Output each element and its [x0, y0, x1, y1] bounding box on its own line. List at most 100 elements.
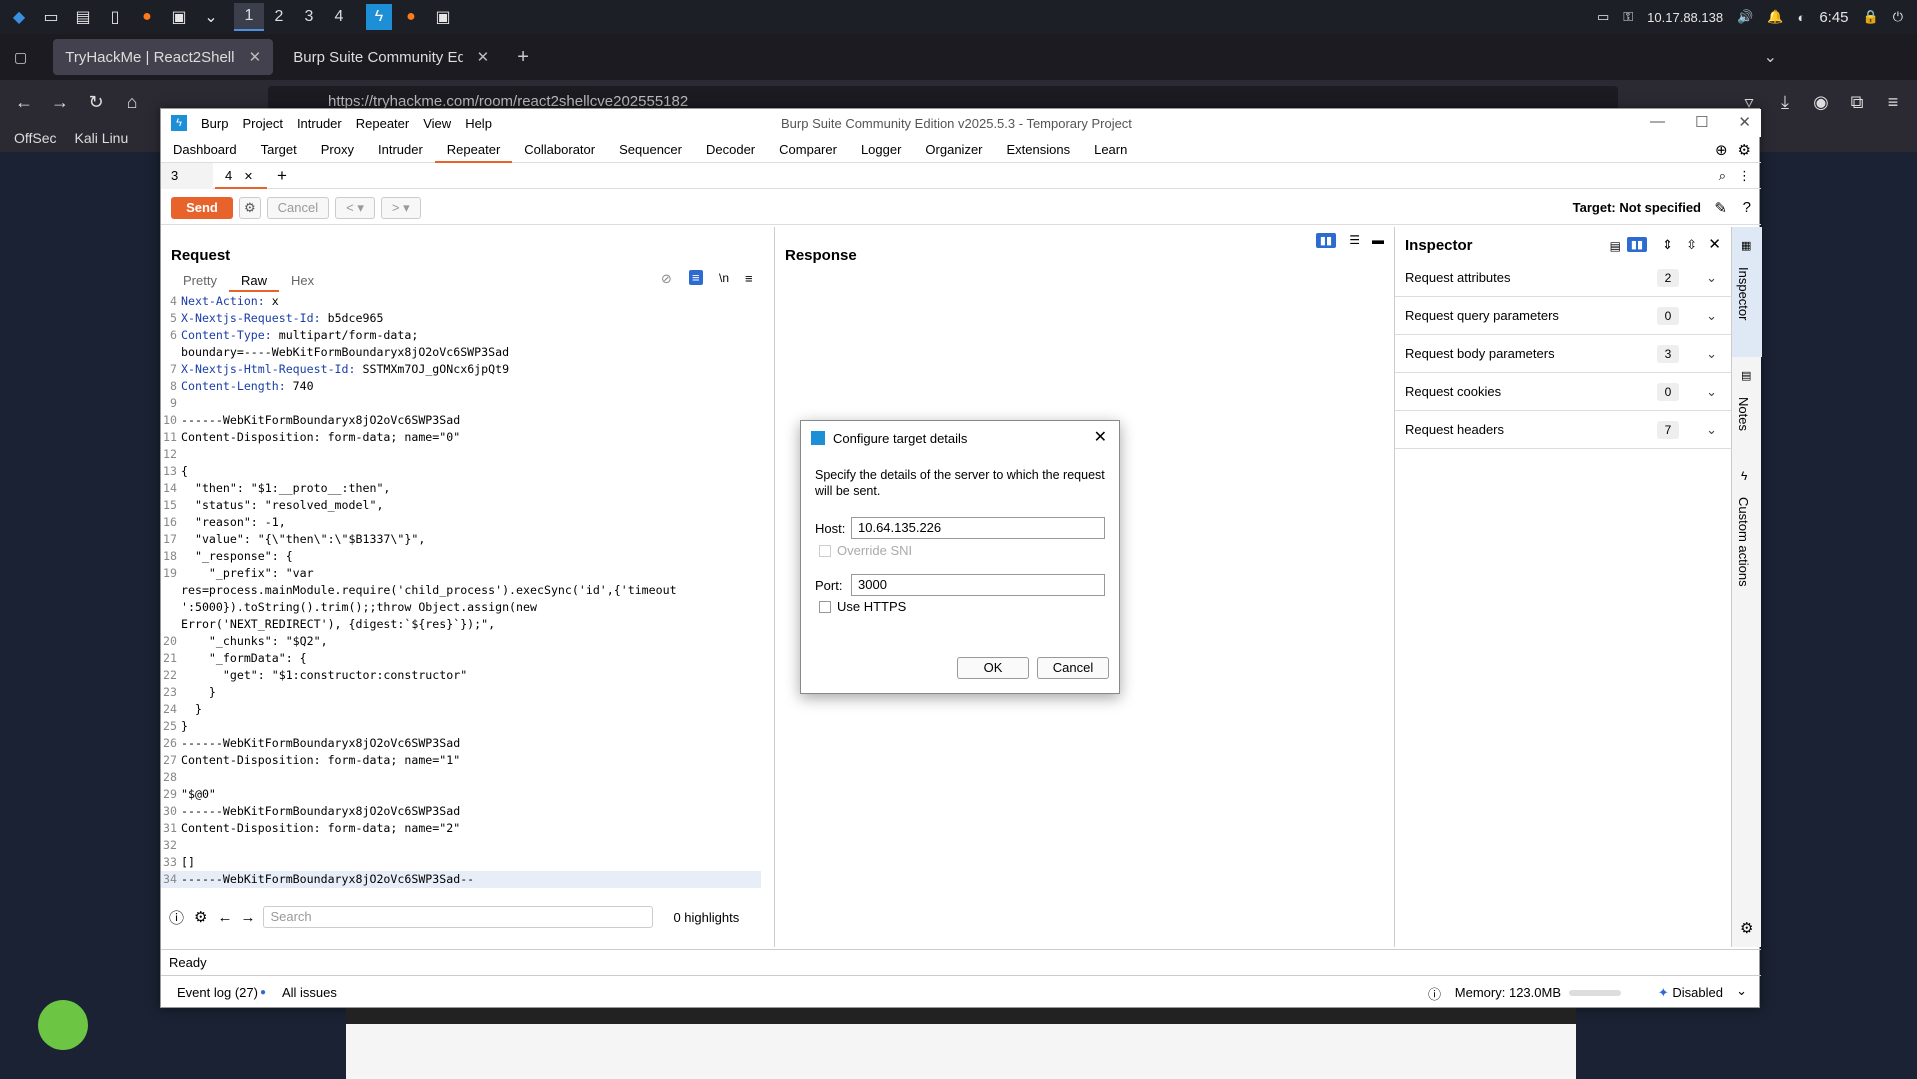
- newline-icon[interactable]: \n: [719, 271, 729, 285]
- tab-list-icon[interactable]: ▢: [14, 49, 27, 66]
- layout-single-icon[interactable]: ▬: [1372, 233, 1384, 247]
- browser-tab-burp[interactable]: Burp Suite Community Editio ✕: [281, 39, 501, 75]
- tab-learn[interactable]: Learn: [1082, 137, 1139, 163]
- hide-icon[interactable]: ⊘: [661, 271, 672, 287]
- terminal-task-icon[interactable]: ▣: [430, 4, 456, 30]
- editor-icon[interactable]: ▯: [102, 4, 128, 30]
- inspector-row-cookies[interactable]: Request cookies 0 ⌄: [1395, 373, 1731, 411]
- burp-task-icon[interactable]: ϟ: [366, 4, 392, 30]
- close-icon[interactable]: ✕: [1708, 235, 1721, 253]
- help-icon[interactable]: ?: [1743, 199, 1751, 216]
- view-pretty[interactable]: Pretty: [171, 271, 229, 292]
- chevron-down-icon[interactable]: ⌄: [198, 4, 224, 30]
- cancel-button[interactable]: Cancel: [266, 196, 330, 219]
- layout-list-icon[interactable]: ▤: [1610, 239, 1621, 253]
- menu-view[interactable]: View: [423, 116, 451, 131]
- prev-match-icon[interactable]: ←: [217, 909, 232, 926]
- inspector-row-body[interactable]: Request body parameters 3 ⌄: [1395, 335, 1731, 373]
- extensions-icon[interactable]: ⧉: [1839, 92, 1875, 113]
- settings-gear-button[interactable]: ⚙: [239, 196, 261, 219]
- settings-icon[interactable]: ⚙: [194, 908, 207, 926]
- monitor-icon[interactable]: ▭: [1597, 9, 1609, 25]
- chevron-down-icon[interactable]: ⌄: [1706, 270, 1717, 286]
- close-icon[interactable]: ✕: [249, 48, 262, 66]
- side-tab-notes[interactable]: ▤ Notes: [1732, 367, 1762, 467]
- ok-button[interactable]: OK: [957, 657, 1029, 679]
- repeater-tab-3[interactable]: 3: [161, 162, 213, 189]
- tab-organizer[interactable]: Organizer: [913, 137, 994, 163]
- chevron-down-icon[interactable]: ⌄: [1706, 346, 1717, 362]
- use-https-label[interactable]: Use HTTPS: [837, 599, 906, 614]
- request-editor[interactable]: 4 Next-Action: x 5 X-Nextjs-Request-Id: b5d…: [161, 293, 761, 889]
- search-input[interactable]: Search: [263, 906, 654, 928]
- edit-target-icon[interactable]: ✎: [1714, 199, 1727, 217]
- repeater-tab-4[interactable]: 4 ✕: [215, 162, 267, 189]
- tab-proxy[interactable]: Proxy: [309, 137, 366, 163]
- tab-collaborator[interactable]: Collaborator: [512, 137, 607, 163]
- workspace-2[interactable]: 2: [264, 3, 294, 31]
- terminal-icon[interactable]: ▣: [166, 4, 192, 30]
- menu-repeater[interactable]: Repeater: [356, 116, 409, 131]
- firefox-icon[interactable]: ●: [134, 4, 160, 30]
- more-icon[interactable]: ⋮: [1738, 168, 1751, 184]
- tab-target[interactable]: Target: [249, 137, 309, 163]
- browser-tab-tryhackme[interactable]: TryHackMe | React2Shell ✕: [53, 39, 274, 75]
- chevron-down-icon[interactable]: ⌄: [1706, 422, 1717, 438]
- bookmark-offsec[interactable]: OffSec: [14, 130, 57, 146]
- add-tab-icon[interactable]: +: [277, 166, 287, 186]
- send-button[interactable]: Send: [171, 196, 233, 219]
- cancel-button[interactable]: Cancel: [1037, 657, 1109, 679]
- notification-icon[interactable]: 🔔: [1767, 9, 1783, 25]
- back-icon[interactable]: ←: [6, 92, 42, 113]
- event-log-link[interactable]: Event log (27): [177, 985, 258, 1000]
- collapse-all-icon[interactable]: ⇳: [1686, 237, 1697, 253]
- tab-overflow-icon[interactable]: ⌄: [1764, 47, 1777, 67]
- downloads-icon[interactable]: ⤓: [1767, 92, 1803, 113]
- forward-history-button[interactable]: > ▾: [380, 196, 421, 219]
- lock-icon[interactable]: 🔒: [1863, 9, 1879, 25]
- workspace-1[interactable]: 1: [234, 3, 264, 31]
- view-raw[interactable]: Raw: [228, 271, 279, 292]
- view-hex[interactable]: Hex: [279, 271, 326, 292]
- tab-comparer[interactable]: Comparer: [767, 137, 849, 163]
- reload-icon[interactable]: ↻: [78, 92, 114, 113]
- ai-status-button[interactable]: ✦ Disabled: [1658, 985, 1723, 1001]
- tab-logger[interactable]: Logger: [849, 137, 913, 163]
- tab-intruder[interactable]: Intruder: [366, 137, 435, 163]
- workspace-4[interactable]: 4: [324, 3, 354, 31]
- inspector-row-attributes[interactable]: Request attributes 2 ⌄: [1395, 259, 1731, 297]
- chevron-down-icon[interactable]: ⌄: [1706, 308, 1717, 324]
- minimize-icon[interactable]: —: [1650, 113, 1665, 131]
- bookmark-kali[interactable]: Kali Linu: [75, 130, 129, 146]
- inspector-row-headers[interactable]: Request headers 7 ⌄: [1395, 411, 1731, 449]
- volume-icon[interactable]: 🔊: [1737, 9, 1753, 25]
- host-input[interactable]: 10.64.135.226: [851, 517, 1105, 539]
- tab-decoder[interactable]: Decoder: [694, 137, 767, 163]
- home-icon[interactable]: ⌂: [114, 92, 150, 113]
- menu-icon[interactable]: ≡: [745, 271, 753, 286]
- side-tab-custom-actions[interactable]: ϟ Custom actions: [1732, 467, 1762, 607]
- menu-intruder[interactable]: Intruder: [297, 116, 342, 131]
- close-icon[interactable]: ✕: [1094, 427, 1107, 447]
- account-icon[interactable]: ◉: [1803, 92, 1839, 113]
- workspace-3[interactable]: 3: [294, 3, 324, 31]
- forward-icon[interactable]: →: [42, 92, 78, 113]
- next-match-icon[interactable]: →: [240, 909, 255, 926]
- help-icon[interactable]: ⓘ: [169, 907, 184, 928]
- maximize-icon[interactable]: ☐: [1695, 113, 1708, 131]
- layout-horizontal-icon[interactable]: ☰: [1349, 233, 1360, 247]
- all-issues-link[interactable]: All issues: [282, 985, 337, 1000]
- shutdown-icon[interactable]: ⏻: [1893, 9, 1903, 25]
- inspector-row-query[interactable]: Request query parameters 0 ⌄: [1395, 297, 1731, 335]
- tab-dashboard[interactable]: Dashboard: [161, 137, 249, 163]
- close-icon[interactable]: ✕: [244, 171, 253, 183]
- layout-split-icon[interactable]: ▮▮: [1315, 233, 1336, 248]
- use-https-checkbox[interactable]: [819, 601, 831, 613]
- back-history-button[interactable]: < ▾: [335, 196, 375, 219]
- power-icon[interactable]: ◐: [1797, 10, 1805, 25]
- side-tab-inspector[interactable]: ▦ Inspector: [1732, 227, 1762, 357]
- close-icon[interactable]: ✕: [1738, 113, 1751, 131]
- settings-icon[interactable]: ⚙: [1740, 919, 1753, 937]
- firefox-task-icon[interactable]: ●: [398, 4, 424, 30]
- menu-project[interactable]: Project: [242, 116, 282, 131]
